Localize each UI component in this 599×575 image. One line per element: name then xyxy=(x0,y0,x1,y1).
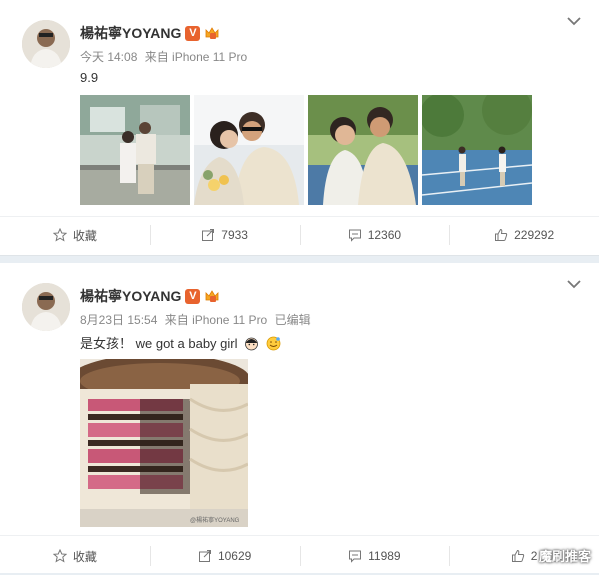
repost-icon xyxy=(198,550,211,562)
like-button[interactable]: 229292 xyxy=(449,216,599,254)
post-photo[interactable] xyxy=(80,95,190,205)
repost-button[interactable]: 10629 xyxy=(149,537,300,575)
post-text: 是女孩！ we got a baby girl xyxy=(80,336,238,351)
repost-count: 7933 xyxy=(221,228,248,242)
comment-icon xyxy=(349,550,362,563)
like-icon xyxy=(495,228,508,241)
vip-crown-icon[interactable] xyxy=(204,288,220,304)
image-caption: @楊祐寧YOYANG xyxy=(190,518,240,524)
action-bar: 收藏 7933 12360 229292 xyxy=(0,216,599,254)
favorite-label: 收藏 xyxy=(72,228,97,243)
comment-button[interactable]: 12360 xyxy=(299,216,450,254)
chevron-down-icon[interactable] xyxy=(567,16,581,26)
like-icon xyxy=(511,549,524,562)
comment-count: 11989 xyxy=(368,549,401,563)
vip-crown-icon[interactable] xyxy=(204,25,220,41)
like-count: 2 xyxy=(530,549,538,563)
avatar-image xyxy=(22,283,70,331)
star-icon xyxy=(52,228,67,242)
watermark: 魔刷推客 xyxy=(538,549,591,564)
post-text-row: 是女孩！ we got a baby girl xyxy=(80,333,281,352)
repost-icon xyxy=(202,229,215,241)
avatar-image xyxy=(22,20,70,68)
chevron-down-icon[interactable] xyxy=(567,279,581,289)
author-name[interactable]: 楊祐寧YOYANG xyxy=(80,286,181,306)
baby-girl-emoji-icon xyxy=(245,337,259,351)
like-count: 229292 xyxy=(514,228,555,242)
avatar[interactable] xyxy=(22,283,70,331)
repost-count: 10629 xyxy=(217,549,252,563)
comment-icon xyxy=(348,229,361,242)
smiling-emoji-icon xyxy=(266,336,281,351)
comment-button[interactable]: 11989 xyxy=(299,537,450,575)
repost-button[interactable]: 7933 xyxy=(149,216,300,254)
post-photo[interactable] xyxy=(422,95,532,205)
post-card: 楊祐寧YOYANG V 今天 14:08 来自 iPhone 11 Pro 9.… xyxy=(0,0,599,256)
author-name[interactable]: 楊祐寧YOYANG xyxy=(80,23,181,43)
verified-badge-icon: V xyxy=(185,25,201,41)
photo-grid xyxy=(80,95,532,205)
favorite-button[interactable]: 收藏 xyxy=(0,537,150,575)
comment-count: 12360 xyxy=(367,228,402,242)
post-photo[interactable] xyxy=(308,95,418,205)
post-text: 9.9 xyxy=(80,70,99,85)
favorite-label: 收藏 xyxy=(72,549,97,564)
post-source: 来自 iPhone 11 Pro xyxy=(164,313,268,327)
post-photo[interactable]: @楊祐寧YOYANG xyxy=(80,359,248,527)
action-bar: 收藏 10629 11989 2 xyxy=(0,537,599,575)
post-photo[interactable] xyxy=(194,95,304,205)
favorite-button[interactable]: 收藏 xyxy=(0,216,150,254)
post-time[interactable]: 今天 14:08 xyxy=(80,50,137,64)
post-time[interactable]: 8月23日 15:54 xyxy=(80,313,157,327)
verified-badge-icon: V xyxy=(185,288,201,304)
star-icon xyxy=(52,549,67,563)
avatar[interactable] xyxy=(22,20,70,68)
edited-label[interactable]: 已编辑 xyxy=(275,313,311,327)
post-source: 来自 iPhone 11 Pro xyxy=(144,50,248,64)
